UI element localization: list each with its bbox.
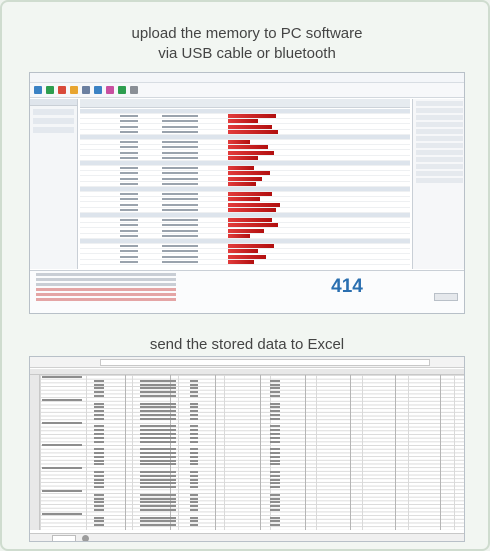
thickness-bar <box>228 166 254 171</box>
excel-caption: send the stored data to Excel <box>149 336 345 353</box>
thickness-bar <box>228 124 272 129</box>
measurement-grid <box>80 99 410 269</box>
formula-input[interactable] <box>100 359 430 366</box>
log-pane <box>30 270 464 313</box>
menu-bar <box>30 73 464 83</box>
thickness-bar <box>228 207 276 212</box>
grid-header <box>80 99 410 108</box>
print-icon <box>94 86 102 94</box>
infographic-card: upload the memory to PC software via USB… <box>0 0 490 551</box>
thickness-bar <box>228 155 258 160</box>
open-icon <box>34 86 42 94</box>
excel-icon <box>118 86 126 94</box>
sheet-tab[interactable] <box>52 535 76 541</box>
upload-caption: upload the memory to PC software via USB… <box>2 24 490 64</box>
thickness-bar <box>228 197 260 202</box>
excel-formula-bar <box>30 357 464 368</box>
delete-icon <box>58 86 66 94</box>
thickness-bar <box>228 192 272 197</box>
thickness-bar <box>228 129 278 134</box>
thickness-bar <box>228 150 274 155</box>
sheet-tabs <box>30 533 464 541</box>
save-icon <box>46 86 54 94</box>
upload-caption-text: upload the memory to PC software via USB… <box>131 25 363 62</box>
toolbar <box>30 83 464 98</box>
chart-icon <box>106 86 114 94</box>
software-screenshot: 414 <box>29 72 465 314</box>
thickness-bar <box>228 145 268 150</box>
thickness-bar <box>228 218 272 223</box>
measurement-row[interactable] <box>80 259 410 265</box>
thickness-bar <box>228 119 258 124</box>
thickness-bar <box>228 202 280 207</box>
help-icon <box>130 86 138 94</box>
thickness-bar <box>228 228 264 233</box>
thickness-bar <box>228 249 258 254</box>
add-sheet-icon[interactable] <box>82 535 89 541</box>
thickness-bar <box>228 181 256 186</box>
thickness-bar <box>228 254 266 259</box>
thickness-bar <box>228 233 250 238</box>
ok-button[interactable] <box>434 293 458 301</box>
thickness-bar <box>228 140 250 145</box>
thickness-bar <box>228 244 274 249</box>
settings-icon <box>82 86 90 94</box>
row-headers <box>30 375 40 530</box>
excel-screenshot <box>29 356 465 542</box>
export-icon <box>70 86 78 94</box>
measurement-count: 414 <box>331 276 363 297</box>
thickness-bar <box>228 259 254 264</box>
thickness-bar <box>228 171 270 176</box>
device-tree-pane <box>30 99 78 269</box>
thickness-bar <box>228 114 276 119</box>
thickness-bar <box>228 223 278 228</box>
thickness-bar <box>228 176 262 181</box>
properties-pane <box>412 99 464 269</box>
